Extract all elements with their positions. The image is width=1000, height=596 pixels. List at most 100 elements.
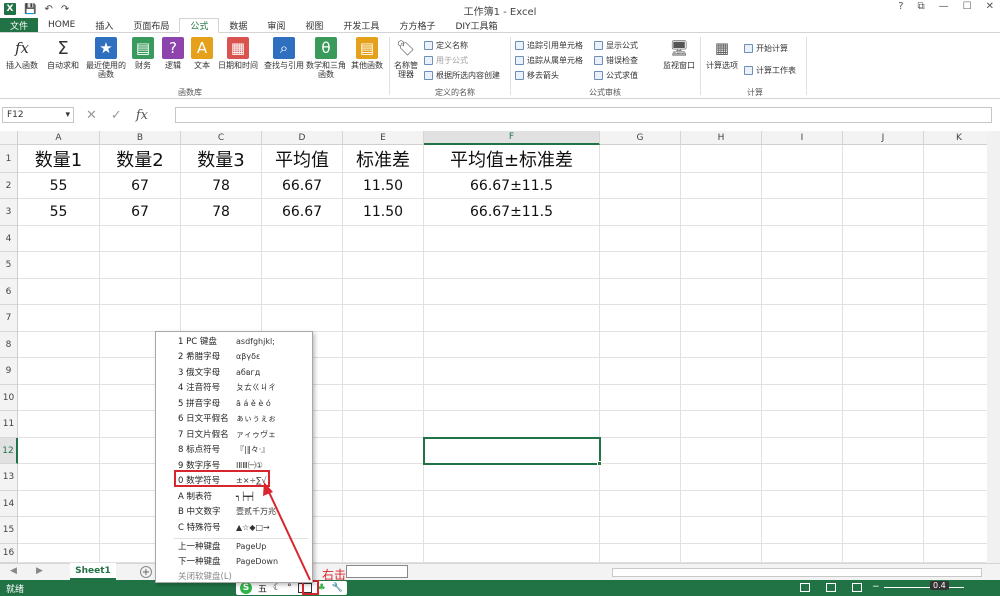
- grid-cell[interactable]: [343, 385, 424, 411]
- cell-c1[interactable]: 数量3: [181, 145, 262, 173]
- menu-item-prev-keyboard[interactable]: 上一种键盘 PageUp: [178, 539, 308, 553]
- menu-item-russian[interactable]: 3 俄文字母 абвгд: [178, 365, 308, 379]
- sheet-tab-sheet1[interactable]: Sheet1: [70, 563, 116, 580]
- tab-ffgz[interactable]: 方方格子: [389, 18, 445, 32]
- grid-cell[interactable]: [681, 491, 762, 517]
- grid-cell[interactable]: [681, 199, 762, 226]
- tab-page-layout[interactable]: 页面布局: [123, 18, 179, 32]
- grid-cell[interactable]: [343, 544, 424, 563]
- grid-cell[interactable]: [262, 305, 343, 332]
- save-icon[interactable]: 💾: [24, 4, 36, 15]
- grid-cell[interactable]: [681, 252, 762, 279]
- grid-cell[interactable]: [100, 305, 181, 332]
- cell-b2[interactable]: 67: [100, 173, 181, 199]
- grid-cell[interactable]: [181, 226, 262, 252]
- logical-button[interactable]: ? 逻辑: [160, 37, 186, 70]
- grid-cell[interactable]: [843, 358, 924, 385]
- row-header-13[interactable]: 13: [0, 464, 18, 491]
- moon-icon[interactable]: ☾: [273, 583, 281, 593]
- punct-icon[interactable]: °: [287, 583, 292, 593]
- cell-a2[interactable]: 55: [18, 173, 100, 199]
- grid-cell[interactable]: [343, 279, 424, 305]
- grid-cell[interactable]: [924, 173, 995, 199]
- math-trig-button[interactable]: θ 数学和三角函数: [306, 37, 346, 79]
- row-header-11[interactable]: 11: [0, 411, 18, 438]
- column-header-k[interactable]: K: [924, 131, 995, 145]
- grid-cell[interactable]: [681, 358, 762, 385]
- define-name-button[interactable]: 定义名称: [424, 40, 468, 51]
- tab-review[interactable]: 审阅: [257, 18, 295, 32]
- row-header-1[interactable]: 1: [0, 145, 18, 173]
- grid-cell[interactable]: [762, 305, 843, 332]
- row-header-16[interactable]: 16: [0, 544, 18, 563]
- grid-cell[interactable]: [100, 279, 181, 305]
- cell-e3[interactable]: 11.50: [343, 199, 424, 226]
- grid-cell[interactable]: [600, 544, 681, 563]
- column-header-h[interactable]: H: [681, 131, 762, 145]
- column-header-a[interactable]: A: [18, 131, 100, 145]
- show-formulas-button[interactable]: 显示公式: [594, 40, 638, 51]
- ribbon-display-icon[interactable]: ⧉: [918, 1, 925, 12]
- cancel-icon[interactable]: ✕: [86, 108, 97, 123]
- column-header-e[interactable]: E: [343, 131, 424, 145]
- grid-cell[interactable]: [681, 279, 762, 305]
- grid-cell[interactable]: [600, 199, 681, 226]
- cell-c2[interactable]: 78: [181, 173, 262, 199]
- column-header-g[interactable]: G: [600, 131, 681, 145]
- grid-cell[interactable]: [600, 252, 681, 279]
- grid-cell[interactable]: [681, 145, 762, 173]
- add-sheet-icon[interactable]: +: [140, 566, 152, 578]
- grid-cell[interactable]: [600, 411, 681, 438]
- grid-cell[interactable]: [843, 385, 924, 411]
- grid-cell[interactable]: [600, 226, 681, 252]
- error-checking-button[interactable]: 错误检查: [594, 55, 638, 66]
- grid-cell[interactable]: [424, 332, 600, 358]
- row-header-14[interactable]: 14: [0, 491, 18, 517]
- grid-cell[interactable]: [924, 385, 995, 411]
- evaluate-formula-button[interactable]: 公式求值: [594, 70, 638, 81]
- grid-cell[interactable]: [843, 491, 924, 517]
- grid-cell[interactable]: [600, 385, 681, 411]
- row-header-2[interactable]: 2: [0, 173, 18, 199]
- grid-cell[interactable]: [924, 332, 995, 358]
- grid-cell[interactable]: [18, 491, 100, 517]
- calc-options-button[interactable]: ▦ 计算选项: [704, 37, 740, 70]
- menu-item-chinese-numerals[interactable]: B 中文数字 壹贰千万兆: [178, 504, 308, 518]
- more-functions-button[interactable]: ▤ 其他函数: [348, 37, 386, 70]
- grid-cell[interactable]: [262, 226, 343, 252]
- tab-data[interactable]: 数据: [219, 18, 257, 32]
- tab-view[interactable]: 视图: [295, 18, 333, 32]
- trace-dependents-button[interactable]: 追踪从属单元格: [515, 55, 583, 66]
- formula-input[interactable]: [175, 107, 992, 123]
- grid-cell[interactable]: [424, 517, 600, 544]
- tab-insert[interactable]: 插入: [85, 18, 123, 32]
- financial-button[interactable]: ▤ 财务: [130, 37, 156, 70]
- zoom-slider[interactable]: [884, 587, 964, 588]
- column-header-d[interactable]: D: [262, 131, 343, 145]
- grid-cell[interactable]: [18, 358, 100, 385]
- minimize-icon[interactable]: —: [939, 1, 949, 12]
- grid-cell[interactable]: [424, 252, 600, 279]
- grid-cell[interactable]: [924, 358, 995, 385]
- grid-cell[interactable]: [600, 464, 681, 491]
- grid-cell[interactable]: [681, 464, 762, 491]
- grid-cell[interactable]: [843, 305, 924, 332]
- cell-a3[interactable]: 55: [18, 199, 100, 226]
- worksheet-grid[interactable]: A B C D E F G H I J K 1 2 3 4 5 6 7 8 9 …: [0, 131, 995, 563]
- row-header-8[interactable]: 8: [0, 332, 18, 358]
- grid-cell[interactable]: [424, 464, 600, 491]
- confirm-icon[interactable]: ✓: [111, 108, 122, 123]
- grid-cell[interactable]: [18, 385, 100, 411]
- grid-cell[interactable]: [681, 173, 762, 199]
- grid-cell[interactable]: [18, 411, 100, 438]
- column-header-f[interactable]: F: [424, 131, 600, 145]
- grid-cell[interactable]: [18, 544, 100, 563]
- grid-cell[interactable]: [424, 358, 600, 385]
- grid-cell[interactable]: [424, 491, 600, 517]
- grid-cell[interactable]: [762, 464, 843, 491]
- grid-cell[interactable]: [843, 544, 924, 563]
- grid-cell[interactable]: [843, 145, 924, 173]
- grid-cell[interactable]: [843, 199, 924, 226]
- menu-item-special-symbols[interactable]: C 特殊符号 ▲☆◆□→: [178, 520, 308, 534]
- grid-cell[interactable]: [843, 411, 924, 438]
